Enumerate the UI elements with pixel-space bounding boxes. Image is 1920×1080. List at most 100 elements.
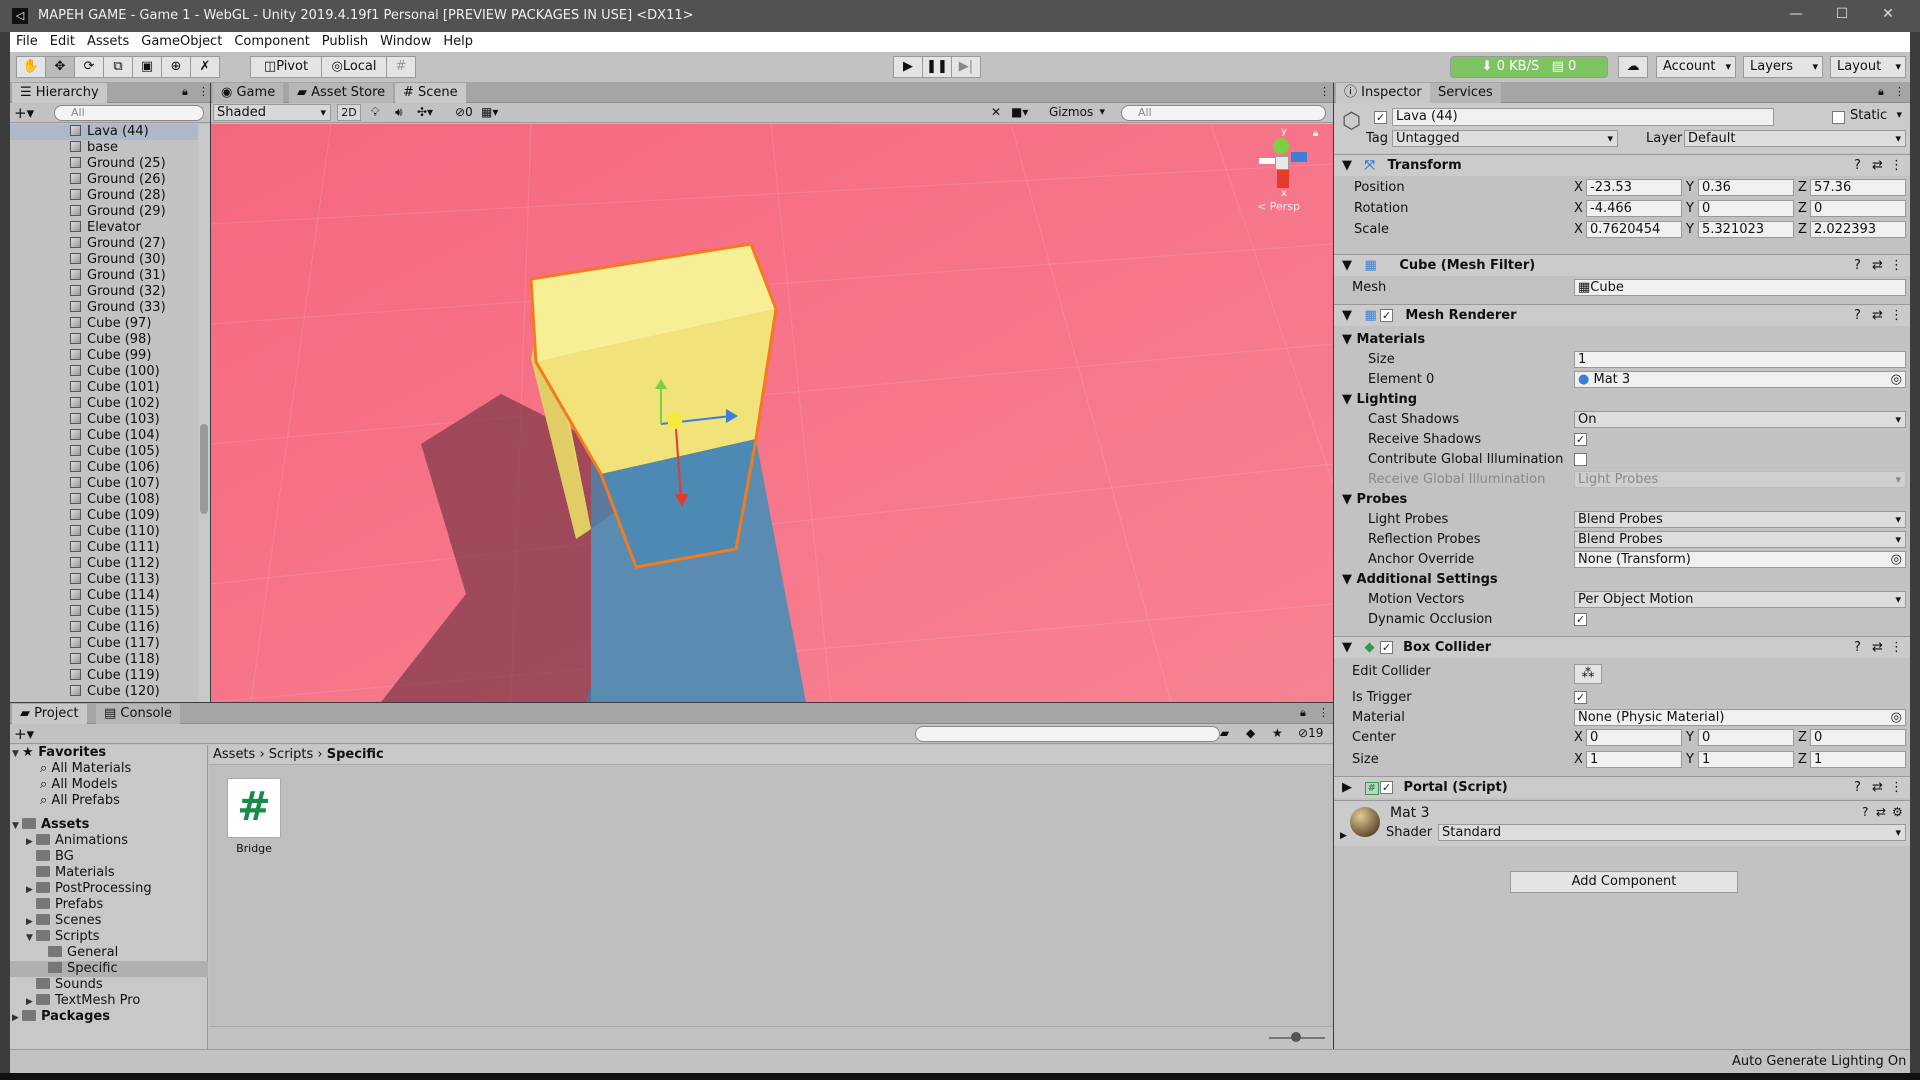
tab-game[interactable]: ◉ Game (213, 83, 284, 103)
menu-component[interactable]: Component (228, 32, 315, 52)
help-icon[interactable]: ? (1854, 777, 1861, 799)
gizmo-lock-icon[interactable]: 🔒︎ (1313, 128, 1318, 139)
minimize-icon[interactable]: — (1786, 6, 1806, 26)
cast-shadows-dropdown[interactable]: On (1574, 411, 1906, 428)
hierarchy-item[interactable]: Cube (106) (10, 460, 200, 476)
help-icon[interactable]: ? (1854, 155, 1861, 177)
play-button[interactable]: ▶ (893, 56, 923, 78)
search-by-type-icon[interactable]: ▰ (1220, 726, 1229, 740)
maximize-icon[interactable]: ☐ (1832, 6, 1852, 26)
breadcrumb-specific[interactable]: Specific (327, 747, 384, 762)
layers-dropdown[interactable]: Layers (1743, 56, 1823, 78)
tab-scene[interactable]: # Scene (395, 83, 466, 103)
breadcrumb-scripts[interactable]: Scripts (269, 747, 313, 762)
folder-general[interactable]: General (48, 945, 118, 961)
hierarchy-item[interactable]: Cube (104) (10, 428, 200, 444)
hierarchy-item[interactable]: Cube (120) (10, 684, 200, 700)
help-icon[interactable]: ? (1854, 305, 1861, 327)
pivot-toggle[interactable]: ◫Pivot (250, 56, 322, 78)
element0-field[interactable]: ● Mat 3 ◎ (1574, 371, 1906, 388)
camera-icon[interactable]: ■▾ (1011, 105, 1028, 119)
mesh-renderer-enabled-checkbox[interactable]: ✓ (1380, 309, 1393, 322)
breadcrumb-assets[interactable]: Assets (213, 747, 255, 762)
edit-collider-button[interactable]: ⁂ (1574, 664, 1602, 684)
favorites-node[interactable]: ▼ ★ Favorites (12, 745, 106, 761)
hierarchy-item[interactable]: Cube (109) (10, 508, 200, 524)
2d-toggle[interactable]: 2D (337, 104, 361, 121)
tab-inspector[interactable]: ⓘ Inspector (1336, 83, 1430, 103)
scene-gizmo[interactable]: y x < Persp (1251, 124, 1321, 214)
hierarchy-item[interactable]: base (10, 140, 200, 156)
hand-tool-icon[interactable]: ✋ (16, 56, 46, 78)
hierarchy-item[interactable]: Ground (27) (10, 236, 200, 252)
hierarchy-item[interactable]: Ground (30) (10, 252, 200, 268)
tab-services[interactable]: Services (1430, 83, 1501, 103)
reflection-probes-dropdown[interactable]: Blend Probes (1574, 531, 1906, 548)
preset-icon[interactable]: ⇄ (1872, 305, 1883, 327)
hierarchy-item[interactable]: Ground (29) (10, 204, 200, 220)
component-menu-icon[interactable]: ⋮ (1890, 305, 1903, 327)
add-component-button[interactable]: Add Component (1510, 871, 1738, 893)
object-picker-icon[interactable]: ◎ (1891, 552, 1902, 567)
collab-status[interactable]: ⬇ 0 KB/S ▤ 0 (1450, 56, 1608, 78)
audio-icon[interactable]: 🔊︎ (395, 105, 403, 120)
component-menu-icon[interactable]: ⋮ (1890, 255, 1903, 277)
lighting-icon[interactable]: 💡︎ (371, 105, 379, 120)
center-y-input[interactable]: 0 (1698, 729, 1794, 746)
hidden-packages-toggle[interactable]: ⊘19 (1298, 726, 1323, 740)
center-z-input[interactable]: 0 (1810, 729, 1906, 746)
effects-icon[interactable]: ✣▾ (417, 105, 433, 119)
scene-search-input[interactable]: All (1121, 105, 1326, 121)
move-tool-icon[interactable]: ✥ (45, 56, 75, 78)
hierarchy-item[interactable]: Cube (103) (10, 412, 200, 428)
scale-z-input[interactable]: 2.022393 (1810, 221, 1906, 238)
cloud-icon[interactable]: ☁ (1618, 56, 1648, 78)
hierarchy-item[interactable]: Cube (112) (10, 556, 200, 572)
folder-textmesh-pro[interactable]: ▶ TextMesh Pro (26, 993, 140, 1009)
lock-icon[interactable]: 🔒︎ (1878, 85, 1884, 99)
scrollbar-thumb[interactable] (200, 424, 208, 514)
hierarchy-item[interactable]: Cube (116) (10, 620, 200, 636)
menu-help[interactable]: Help (437, 32, 479, 52)
hierarchy-item[interactable]: Cube (114) (10, 588, 200, 604)
preset-icon[interactable]: ⇄ (1872, 155, 1883, 177)
shader-dropdown[interactable]: Standard (1438, 824, 1906, 841)
step-button[interactable]: ▶| (951, 56, 981, 78)
grid-snap-icon[interactable]: # (386, 56, 416, 78)
hierarchy-item[interactable]: Cube (98) (10, 332, 200, 348)
physic-material-field[interactable]: None (Physic Material) ◎ (1574, 709, 1906, 726)
mesh-field[interactable]: ▦Cube (1574, 279, 1906, 296)
probes-foldout[interactable]: ▼ Probes (1334, 490, 1910, 510)
hierarchy-item[interactable]: Cube (100) (10, 364, 200, 380)
preset-icon[interactable]: ⇄ (1872, 255, 1883, 277)
gizmo-y-cone[interactable] (1273, 138, 1289, 154)
lock-icon[interactable]: 🔒︎ (1300, 706, 1306, 720)
hierarchy-item[interactable]: Ground (25) (10, 156, 200, 172)
folder-postprocessing[interactable]: ▶ PostProcessing (26, 881, 152, 897)
panel-menu-icon[interactable]: ⋮ (1319, 85, 1330, 98)
favorite-all-models[interactable]: ⌕ All Models (40, 777, 117, 793)
size-z-input[interactable]: 1 (1810, 751, 1906, 768)
account-dropdown[interactable]: Account (1656, 56, 1736, 78)
box-collider-header[interactable]: ▼ ◆ ✓ Box Collider ? ⇄ ⋮ (1334, 636, 1910, 658)
lock-icon[interactable]: 🔒︎ (182, 85, 188, 99)
hierarchy-item[interactable]: Cube (118) (10, 652, 200, 668)
favorite-all-prefabs[interactable]: ⌕ All Prefabs (40, 793, 120, 809)
grid-toggle-icon[interactable]: ▦▾ (481, 105, 498, 119)
tools-icon[interactable]: ✕ (991, 105, 1001, 119)
position-y-input[interactable]: 0.36 (1698, 179, 1794, 196)
rotation-x-input[interactable]: -4.466 (1586, 200, 1682, 217)
center-x-input[interactable]: 0 (1586, 729, 1682, 746)
preset-icon[interactable]: ⇄ (1876, 805, 1886, 819)
slider-handle[interactable] (1291, 1032, 1301, 1042)
anchor-field[interactable]: None (Transform) ◎ (1574, 551, 1906, 568)
portal-script-header[interactable]: ▶ # ✓ Portal (Script) ? ⇄ ⋮ (1334, 776, 1910, 798)
position-z-input[interactable]: 57.36 (1810, 179, 1906, 196)
help-icon[interactable]: ? (1862, 805, 1868, 819)
portal-enabled-checkbox[interactable]: ✓ (1380, 781, 1393, 794)
menu-gameobject[interactable]: GameObject (135, 32, 228, 52)
folder-materials[interactable]: Materials (36, 865, 115, 881)
hierarchy-item[interactable]: Cube (111) (10, 540, 200, 556)
close-icon[interactable]: ✕ (1878, 6, 1898, 26)
hierarchy-item[interactable]: Cube (101) (10, 380, 200, 396)
